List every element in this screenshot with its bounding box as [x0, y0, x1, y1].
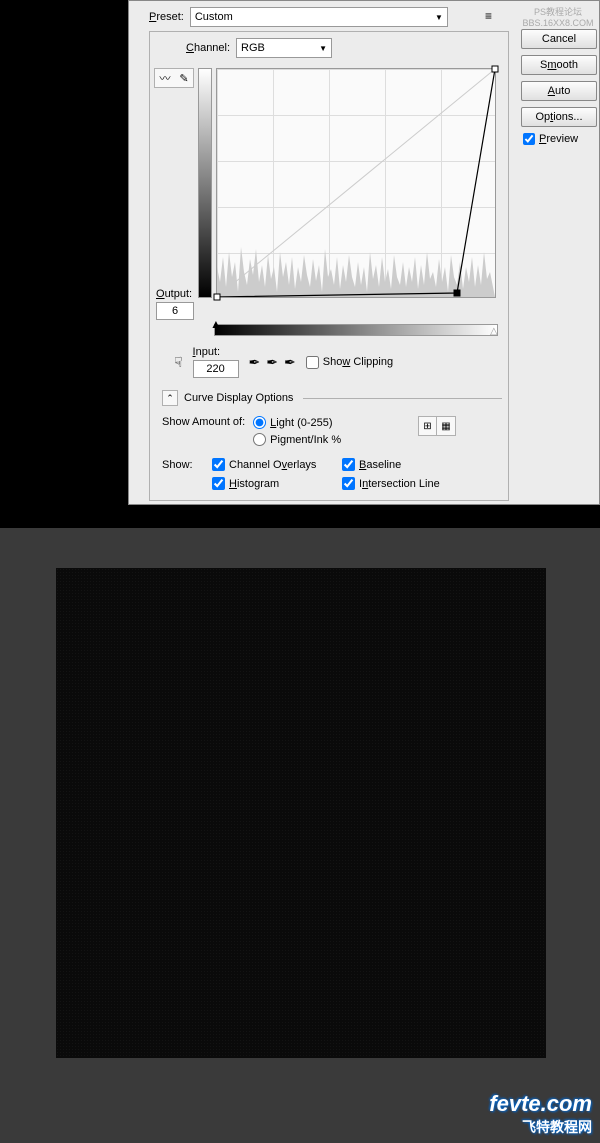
preset-menu-icon[interactable]: ≡ [485, 9, 492, 23]
curve-handle-shadow[interactable] [214, 294, 221, 301]
light-radio[interactable] [253, 416, 266, 429]
show-amount-label: Show Amount of: [162, 416, 245, 428]
on-image-tool-icon[interactable]: ☟ [174, 354, 183, 371]
preview-checkbox[interactable] [523, 133, 535, 145]
curve-tool-icon[interactable]: 〰 [159, 70, 170, 86]
result-preview-image [56, 568, 546, 1058]
smooth-button[interactable]: Smooth [521, 55, 597, 75]
curve-line[interactable] [217, 69, 495, 297]
cancel-button[interactable]: Cancel [521, 29, 597, 49]
white-slider-icon[interactable]: △ [490, 326, 498, 337]
watermark-top: PS教程论坛 BBS.16XX8.COM [521, 5, 595, 29]
watermark-bottom: fevte.com 飞特教程网 [489, 1091, 592, 1137]
pigment-label: Pigment/Ink % [270, 434, 341, 446]
channel-overlays-checkbox[interactable] [212, 458, 225, 471]
expand-options-button[interactable]: ⌃ [162, 390, 178, 406]
output-input[interactable] [156, 302, 194, 320]
show-label: Show: [162, 459, 212, 471]
histogram-label: Histogram [229, 478, 279, 490]
input-input[interactable] [193, 360, 239, 378]
show-clipping-label: Show Clipping [323, 356, 393, 368]
show-clipping-checkbox[interactable] [306, 356, 319, 369]
preview-label: Preview [539, 133, 578, 145]
pencil-tool-icon[interactable]: ✎ [179, 72, 188, 85]
baseline-label: Baseline [359, 459, 401, 471]
grid-detailed-icon[interactable]: ▦ [437, 417, 455, 435]
channel-dropdown[interactable]: RGB ▼ [236, 38, 332, 58]
divider [303, 398, 502, 399]
channel-label: Channel: [186, 42, 230, 54]
curves-dialog: Preset: Custom ▼ ≡ PS教程论坛 BBS.16XX8.COM … [128, 0, 600, 505]
preset-label: Preset: [149, 11, 184, 23]
curve-handle-highlight[interactable] [492, 66, 499, 73]
channel-value: RGB [241, 42, 265, 54]
intersection-checkbox[interactable] [342, 477, 355, 490]
options-button[interactable]: Options... [521, 107, 597, 127]
output-gradient [198, 68, 212, 298]
black-slider-icon[interactable]: ▲ [210, 317, 222, 331]
histogram-checkbox[interactable] [212, 477, 225, 490]
input-label: Input: [193, 346, 221, 358]
channel-overlays-label: Channel Overlays [229, 459, 316, 471]
grid-simple-icon[interactable]: ⊞ [419, 417, 437, 435]
preset-dropdown[interactable]: Custom ▼ [190, 7, 448, 27]
intersection-label: Intersection Line [359, 478, 440, 490]
curve-grid[interactable] [216, 68, 496, 298]
auto-button[interactable]: Auto [521, 81, 597, 101]
baseline-checkbox[interactable] [342, 458, 355, 471]
input-gradient [214, 324, 498, 336]
output-label: Output: [156, 288, 192, 300]
chevron-down-icon: ▼ [319, 44, 327, 53]
white-eyedropper-icon[interactable]: ✒ [284, 354, 296, 371]
gray-eyedropper-icon[interactable]: ✒ [266, 354, 278, 371]
chevron-down-icon: ▼ [435, 13, 443, 22]
black-eyedropper-icon[interactable]: ✒ [249, 354, 261, 371]
curve-handle-mid[interactable] [454, 290, 461, 297]
preset-value: Custom [195, 11, 233, 23]
curve-display-label: Curve Display Options [184, 392, 293, 404]
pigment-radio[interactable] [253, 433, 266, 446]
light-label: Light (0-255) [270, 417, 332, 429]
